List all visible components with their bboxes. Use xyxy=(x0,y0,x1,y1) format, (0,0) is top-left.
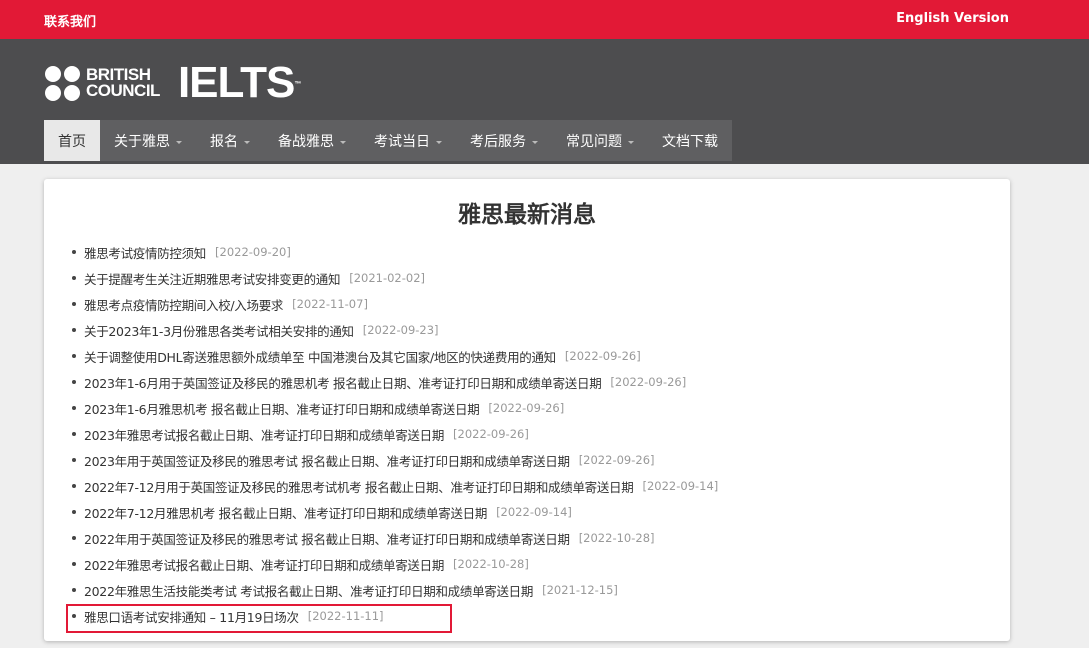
nav-item-3[interactable]: 备战雅思 xyxy=(264,120,360,161)
news-card: 雅思最新消息 雅思考试疫情防控须知 [2022-09-20] 关于提醒考生关注近期雅… xyxy=(44,179,1010,641)
news-date: [2021-02-02] xyxy=(349,271,426,285)
news-item: 关于调整使用DHL寄送雅思额外成绩单至 中国港澳台及其它国家/地区的快递费用的通… xyxy=(71,343,718,369)
news-date: [2022-09-20] xyxy=(215,245,291,259)
news-item: 2022年7-12月用于英国签证及移民的雅思考试机考 报名截止日期、准考证打印日… xyxy=(71,473,719,499)
news-link[interactable]: 2022年7-12月用于英国签证及移民的雅思考试机考 报名截止日期、准考证打印日… xyxy=(84,477,634,496)
news-item: 关于2023年1-3月份雅思各类考试相关安排的通知 [2022-09-23] xyxy=(71,317,718,343)
ielts-wordmark: IELTS™ xyxy=(177,58,301,107)
news-date: [2022-09-23] xyxy=(362,323,439,337)
news-link[interactable]: 雅思考试疫情防控须知 xyxy=(84,243,206,262)
caret-down-icon xyxy=(628,141,634,144)
news-link[interactable]: 雅思考点疫情防控期间入校/入场要求 xyxy=(84,295,283,314)
news-link[interactable]: 关于调整使用DHL寄送雅思额外成绩单至 中国港澳台及其它国家/地区的快递费用的通… xyxy=(84,347,556,366)
main-nav: 首页 关于雅思 报名 备战雅思 考试当日 考后服务 常见问题 文档下载 xyxy=(44,120,732,161)
news-link[interactable]: 2022年用于英国签证及移民的雅思考试 报名截止日期、准考证打印日期和成绩单寄送… xyxy=(84,529,570,548)
news-link[interactable]: 2023年1-6月雅思机考 报名截止日期、准考证打印日期和成绩单寄送日期 xyxy=(84,399,480,418)
news-item: 雅思口语考试安排通知 – 11月19日场次 [2022-11-11] xyxy=(71,603,718,629)
nav-item-6[interactable]: 常见问题 xyxy=(552,120,648,161)
nav-item-label: 文档下载 xyxy=(662,133,718,150)
page-title: 雅思最新消息 xyxy=(458,202,596,228)
caret-down-icon xyxy=(436,141,442,144)
news-item: 2023年用于英国签证及移民的雅思考试 报名截止日期、准考证打印日期和成绩单寄送… xyxy=(71,447,718,473)
news-link[interactable]: 2023年用于英国签证及移民的雅思考试 报名截止日期、准考证打印日期和成绩单寄送… xyxy=(84,451,570,470)
nav-item-label: 备战雅思 xyxy=(278,133,334,150)
contact-us-link[interactable]: 联系我们 xyxy=(44,11,96,30)
news-link[interactable]: 2022年7-12月雅思机考 报名截止日期、准考证打印日期和成绩单寄送日期 xyxy=(84,503,487,522)
nav-item-label: 考试当日 xyxy=(374,133,430,150)
news-list: 雅思考试疫情防控须知 [2022-09-20] 关于提醒考生关注近期雅思考试安排变更… xyxy=(71,239,719,629)
news-date: [2022-09-14] xyxy=(642,479,719,493)
nav-item-2[interactable]: 报名 xyxy=(196,120,264,161)
news-date: [2022-09-26] xyxy=(488,401,565,415)
news-date: [2022-09-26] xyxy=(564,349,641,363)
caret-down-icon xyxy=(176,141,182,144)
news-item: 2022年用于英国签证及移民的雅思考试 报名截止日期、准考证打印日期和成绩单寄送… xyxy=(71,525,718,551)
news-date: [2021-12-15] xyxy=(542,583,618,597)
nav-item-5[interactable]: 考后服务 xyxy=(456,120,552,161)
nav-item-0[interactable]: 首页 xyxy=(44,120,100,161)
british-council-wordmark: BRITISH COUNCIL xyxy=(86,65,160,100)
news-item: 2023年雅思考试报名截止日期、准考证打印日期和成绩单寄送日期 [2022-09-… xyxy=(71,421,718,447)
news-item: 2023年1-6月用于英国签证及移民的雅思机考 报名截止日期、准考证打印日期和成… xyxy=(71,369,718,395)
news-link[interactable]: 关于2023年1-3月份雅思各类考试相关安排的通知 xyxy=(84,321,354,340)
caret-down-icon xyxy=(340,141,346,144)
nav-item-label: 关于雅思 xyxy=(114,133,170,150)
top-bar: 联系我们 English Version xyxy=(0,0,1089,39)
news-date: [2022-09-26] xyxy=(610,375,687,389)
nav-item-label: 首页 xyxy=(58,133,86,150)
news-date: [2022-11-11] xyxy=(307,609,384,623)
nav-item-7[interactable]: 文档下载 xyxy=(648,120,732,161)
news-item: 2023年1-6月雅思机考 报名截止日期、准考证打印日期和成绩单寄送日期 [202… xyxy=(71,395,718,421)
news-item: 2022年雅思生活技能类考试 考试报名截止日期、准考证打印日期和成绩单寄送日期 [… xyxy=(71,577,718,603)
nav-item-label: 考后服务 xyxy=(470,133,526,150)
news-date: [2022-09-14] xyxy=(496,505,572,519)
news-link[interactable]: 2022年雅思考试报名截止日期、准考证打印日期和成绩单寄送日期 xyxy=(84,555,444,574)
news-item: 2022年7-12月雅思机考 报名截止日期、准考证打印日期和成绩单寄送日期 [20… xyxy=(71,499,718,525)
news-item: 2022年雅思考试报名截止日期、准考证打印日期和成绩单寄送日期 [2022-10-… xyxy=(71,551,718,577)
nav-item-1[interactable]: 关于雅思 xyxy=(100,120,196,161)
news-date: [2022-09-26] xyxy=(453,427,529,441)
logo[interactable]: BRITISH COUNCIL IELTS™ xyxy=(45,58,301,107)
news-link[interactable]: 2023年雅思考试报名截止日期、准考证打印日期和成绩单寄送日期 xyxy=(84,425,444,444)
british-council-dots-icon xyxy=(45,65,80,101)
news-date: [2022-10-28] xyxy=(453,557,529,571)
news-item: 雅思考点疫情防控期间入校/入场要求 [2022-11-07] xyxy=(71,291,718,317)
news-item: 关于提醒考生关注近期雅思考试安排变更的通知 [2021-02-02] xyxy=(71,265,718,291)
news-link[interactable]: 2023年1-6月用于英国签证及移民的雅思机考 报名截止日期、准考证打印日期和成… xyxy=(84,373,602,392)
news-date: [2022-10-28] xyxy=(578,531,655,545)
nav-item-label: 报名 xyxy=(210,133,238,150)
site-header: BRITISH COUNCIL IELTS™ 首页 关于雅思 报名 备战雅思 考试当日 考… xyxy=(0,39,1089,164)
caret-down-icon xyxy=(532,141,538,144)
caret-down-icon xyxy=(244,141,250,144)
news-item: 雅思考试疫情防控须知 [2022-09-20] xyxy=(71,239,718,265)
news-link[interactable]: 关于提醒考生关注近期雅思考试安排变更的通知 xyxy=(84,269,341,288)
news-link[interactable]: 雅思口语考试安排通知 – 11月19日场次 xyxy=(84,607,299,626)
news-date: [2022-11-07] xyxy=(292,297,368,311)
english-version-link[interactable]: English Version xyxy=(896,11,1009,26)
news-date: [2022-09-26] xyxy=(578,453,655,467)
nav-item-4[interactable]: 考试当日 xyxy=(360,120,456,161)
news-link[interactable]: 2022年雅思生活技能类考试 考试报名截止日期、准考证打印日期和成绩单寄送日期 xyxy=(84,581,533,600)
nav-item-label: 常见问题 xyxy=(566,133,622,150)
